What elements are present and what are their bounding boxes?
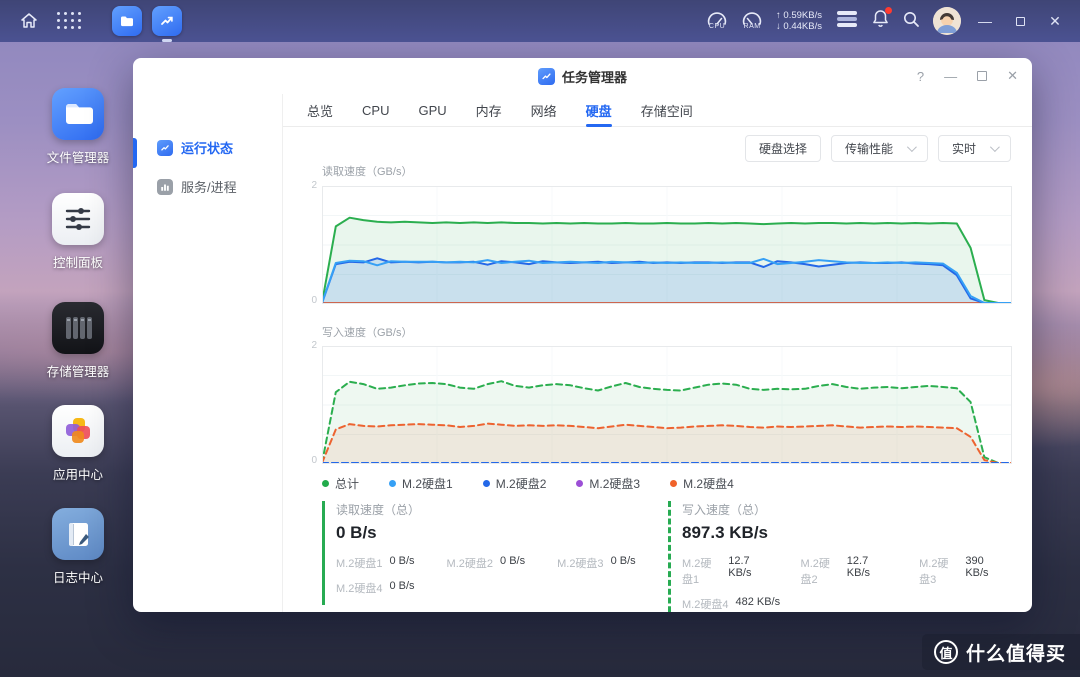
desktop-icon-storage-manager[interactable]: 存储管理器 (18, 302, 138, 380)
write-total-title: 写入速度（总） (682, 503, 767, 517)
cpu-label: CPU (708, 23, 726, 30)
ram-label: RAM (743, 23, 761, 30)
tab-storage-space[interactable]: 存储空间 (641, 94, 693, 127)
tab-disk[interactable]: 硬盘 (585, 94, 612, 127)
tab-gpu[interactable]: GPU (418, 94, 446, 127)
running-status-icon (157, 139, 173, 156)
legend-disk3[interactable]: M.2硬盘3 (576, 475, 640, 492)
taskbar: CPU RAM ↑ 0.59KB/s ↓ 0.44KB/s — ✕ (0, 0, 1080, 42)
desktop-icon-app-center[interactable]: 应用中心 (18, 405, 138, 483)
network-speed: ↑ 0.59KB/s ↓ 0.44KB/s (776, 10, 822, 32)
download-speed: ↓ 0.44KB/s (776, 21, 822, 32)
read-speed-summary: 读取速度（总） 0 B/s M.2硬盘1 0 B/s M.2硬盘2 0 B/s M.… (322, 501, 657, 605)
file-manager-icon (52, 88, 104, 140)
read-disk1-stat: M.2硬盘1 0 B/s (336, 555, 415, 570)
legend-total[interactable]: 总计 (322, 475, 359, 492)
window-title: 任务管理器 (561, 69, 627, 85)
read-disk3-stat: M.2硬盘3 0 B/s (557, 555, 636, 570)
write-speed-summary: 写入速度（总） 897.3 KB/s M.2硬盘1 12.7 KB/s M.2硬盘… (668, 501, 1003, 612)
read-ymin-tick: 0 (311, 295, 317, 306)
control-panel-icon (52, 193, 104, 245)
write-speed-chart (322, 346, 1012, 464)
write-disk2-stat: M.2硬盘2 12.7 KB/s (800, 555, 871, 586)
desktop-minimize-icon[interactable]: — (974, 13, 996, 29)
upload-speed: ↑ 0.59KB/s (776, 10, 822, 21)
desktop-icon-file-manager[interactable]: 文件管理器 (18, 88, 138, 166)
ram-monitor-icon[interactable]: RAM (741, 12, 763, 30)
write-disk1-stat: M.2硬盘1 12.7 KB/s (682, 555, 752, 586)
sidebar-item-services-processes[interactable]: 服务/进程 (133, 167, 282, 206)
legend-disk2[interactable]: M.2硬盘2 (482, 475, 546, 492)
log-center-icon (52, 508, 104, 560)
icon-label: 日志中心 (52, 571, 103, 585)
search-icon[interactable] (902, 10, 920, 33)
chevron-down-icon (906, 142, 917, 153)
legend-disk1[interactable]: M.2硬盘1 (389, 475, 453, 492)
notifications-bell-icon[interactable] (872, 7, 892, 33)
home-icon[interactable] (14, 6, 44, 36)
write-disk4-stat: M.2硬盘4 482 KB/s (682, 596, 781, 611)
sidebar-item-label: 运行状态 (181, 141, 234, 156)
services-processes-icon (157, 178, 173, 195)
read-speed-chart (322, 186, 1012, 304)
window-titlebar[interactable]: 任务管理器 ? — ✕ (133, 58, 1032, 94)
desktop-icon-control-panel[interactable]: 控制面板 (18, 193, 138, 271)
write-total-value: 897.3 KB/s (682, 523, 768, 542)
write-ymin-tick: 0 (311, 455, 317, 466)
tab-network[interactable]: 网络 (531, 94, 557, 127)
window-content: 总览 CPU GPU 内存 网络 硬盘 存储空间 硬盘选择 传输性能 实时 读取… (283, 94, 1032, 612)
desktop-maximize-icon[interactable] (1009, 13, 1031, 29)
write-disk3-stat: M.2硬盘3 390 KB/s (919, 555, 989, 586)
icon-label: 应用中心 (52, 468, 103, 482)
window-minimize-icon[interactable]: — (944, 69, 957, 84)
notification-badge (885, 7, 892, 14)
sidebar-item-running-status[interactable]: 运行状态 (133, 128, 282, 167)
task-manager-app-icon (537, 67, 555, 85)
sidebar-item-label: 服务/进程 (181, 180, 237, 195)
app-center-icon (52, 405, 104, 457)
read-disk2-stat: M.2硬盘2 0 B/s (446, 555, 526, 570)
watermark-text: 什么值得买 (965, 643, 1066, 665)
smzdm-badge-icon: 值 (933, 640, 958, 664)
write-chart-title: 写入速度（GB/s） (322, 327, 413, 339)
read-disk4-stat: M.2硬盘4 0 B/s (336, 580, 415, 595)
legend-disk4[interactable]: M.2硬盘4 (670, 475, 734, 492)
tab-bar: 总览 CPU GPU 内存 网络 硬盘 存储空间 (283, 94, 1032, 127)
metric-dropdown[interactable]: 传输性能 (830, 135, 928, 162)
icon-label: 文件管理器 (46, 151, 110, 165)
tab-cpu[interactable]: CPU (362, 94, 389, 127)
write-ymax-tick: 2 (311, 340, 317, 351)
tab-overview[interactable]: 总览 (307, 94, 333, 127)
icon-label: 存储管理器 (46, 365, 110, 379)
window-maximize-icon[interactable] (977, 69, 988, 84)
storage-manager-icon (52, 302, 104, 354)
window-close-icon[interactable]: ✕ (1007, 68, 1018, 84)
cpu-monitor-icon[interactable]: CPU (706, 12, 728, 30)
read-total-title: 读取速度（总） (336, 503, 421, 517)
chart-legend: 总计 M.2硬盘1 M.2硬盘2 M.2硬盘3 M.2硬盘4 (322, 475, 734, 492)
icon-label: 控制面板 (52, 256, 103, 270)
help-icon[interactable]: ? (917, 69, 924, 84)
task-manager-window: 任务管理器 ? — ✕ 运行状态 服务/进程 总览 CPU GPU 内存 网络 … (133, 58, 1032, 612)
chevron-down-icon (989, 142, 1000, 153)
disk-select-button[interactable]: 硬盘选择 (744, 135, 821, 162)
read-ymax-tick: 2 (311, 180, 317, 191)
user-avatar[interactable] (933, 7, 961, 35)
tab-memory[interactable]: 内存 (476, 94, 502, 127)
desktop: CPU RAM ↑ 0.59KB/s ↓ 0.44KB/s — ✕ 文件管理器 … (0, 0, 1080, 677)
desktop-close-icon[interactable]: ✕ (1044, 13, 1066, 30)
read-total-value: 0 B/s (336, 523, 377, 542)
desktop-icon-log-center[interactable]: 日志中心 (18, 508, 138, 586)
taskbar-file-manager-icon[interactable] (112, 6, 142, 36)
chart-toolbar: 硬盘选择 传输性能 实时 (744, 135, 1011, 162)
interval-dropdown[interactable]: 实时 (937, 135, 1011, 162)
read-chart-title: 读取速度（GB/s） (322, 166, 413, 178)
storage-server-icon[interactable] (835, 9, 859, 34)
window-sidebar: 运行状态 服务/进程 (133, 94, 283, 612)
taskbar-task-manager-icon[interactable] (152, 6, 182, 42)
smzdm-watermark: 值 什么值得买 (921, 634, 1080, 670)
apps-grid-icon[interactable] (54, 6, 84, 36)
